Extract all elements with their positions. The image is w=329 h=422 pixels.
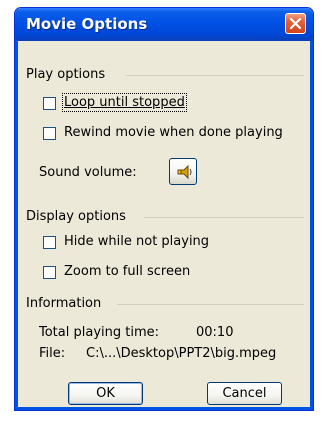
information-divider (117, 304, 304, 305)
zoom-label[interactable]: Zoom to full screen (64, 264, 190, 279)
rewind-checkbox[interactable] (43, 127, 56, 140)
play-options-group-label: Play options (26, 67, 106, 82)
loop-label[interactable]: Loop until stopped (62, 93, 187, 112)
display-options-divider (144, 217, 304, 218)
cancel-button[interactable]: Cancel (207, 382, 282, 405)
sound-volume-label: Sound volume: (39, 165, 137, 180)
ok-button[interactable]: OK (68, 382, 143, 405)
title-bar[interactable]: Movie Options (15, 8, 313, 41)
window-frame-right (310, 41, 313, 410)
zoom-checkbox[interactable] (43, 266, 56, 279)
file-path-value: C:\...\Desktop\PPT2\big.mpeg (86, 346, 277, 361)
sound-volume-button[interactable] (169, 158, 197, 185)
total-playing-time-label: Total playing time: (39, 325, 160, 340)
speaker-icon (177, 164, 192, 180)
rewind-label[interactable]: Rewind movie when done playing (64, 125, 283, 140)
loop-label-text: Loop until stopped (64, 95, 185, 110)
window-frame-left (15, 41, 18, 410)
close-button[interactable] (285, 13, 306, 34)
loop-checkbox[interactable] (43, 97, 56, 110)
movie-options-dialog: Movie Options Play options Loop until st… (14, 7, 314, 411)
hide-checkbox[interactable] (43, 236, 56, 249)
total-playing-time-value: 00:10 (196, 325, 234, 340)
hide-label[interactable]: Hide while not playing (64, 234, 209, 249)
display-options-group-label: Display options (26, 209, 126, 224)
window-frame-bottom (15, 407, 313, 410)
file-label: File: (39, 346, 66, 361)
dialog-title: Movie Options (26, 15, 148, 33)
information-group-label: Information (26, 296, 102, 311)
close-icon (289, 17, 302, 30)
play-options-divider (126, 75, 304, 76)
